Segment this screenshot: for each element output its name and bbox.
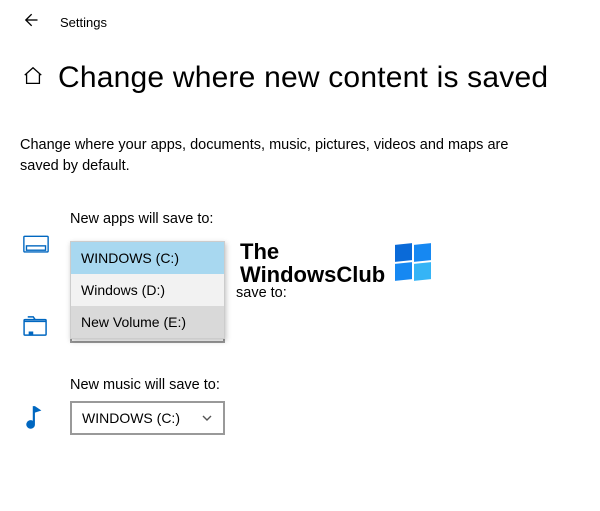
music-save-label: New music will save to: — [70, 377, 600, 393]
documents-icon — [22, 315, 50, 337]
apps-icon — [22, 235, 50, 255]
watermark: The WindowsClub — [240, 240, 433, 286]
home-icon[interactable] — [22, 65, 44, 92]
apps-drive-dropdown-list[interactable]: WINDOWS (C:) Windows (D:) New Volume (E:… — [70, 241, 225, 339]
chevron-down-icon — [201, 412, 213, 424]
windows-logo-icon — [395, 244, 433, 282]
music-drive-select[interactable]: WINDOWS (C:) — [70, 401, 225, 435]
watermark-line2: WindowsClub — [240, 263, 385, 286]
back-icon[interactable] — [20, 10, 40, 35]
page-description: Change where your apps, documents, music… — [0, 105, 560, 177]
drive-option[interactable]: WINDOWS (C:) — [71, 242, 224, 274]
music-drive-value: WINDOWS (C:) — [82, 410, 180, 426]
music-icon — [22, 404, 50, 432]
drive-option[interactable]: Windows (D:) — [71, 274, 224, 306]
documents-save-label-partial: save to: — [236, 285, 600, 301]
page-title: Change where new content is saved — [58, 61, 548, 95]
watermark-text: The WindowsClub — [240, 240, 385, 286]
apps-save-label: New apps will save to: — [70, 211, 600, 227]
watermark-line1: The — [240, 240, 385, 263]
app-name: Settings — [60, 15, 107, 30]
drive-option[interactable]: New Volume (E:) — [71, 306, 224, 338]
